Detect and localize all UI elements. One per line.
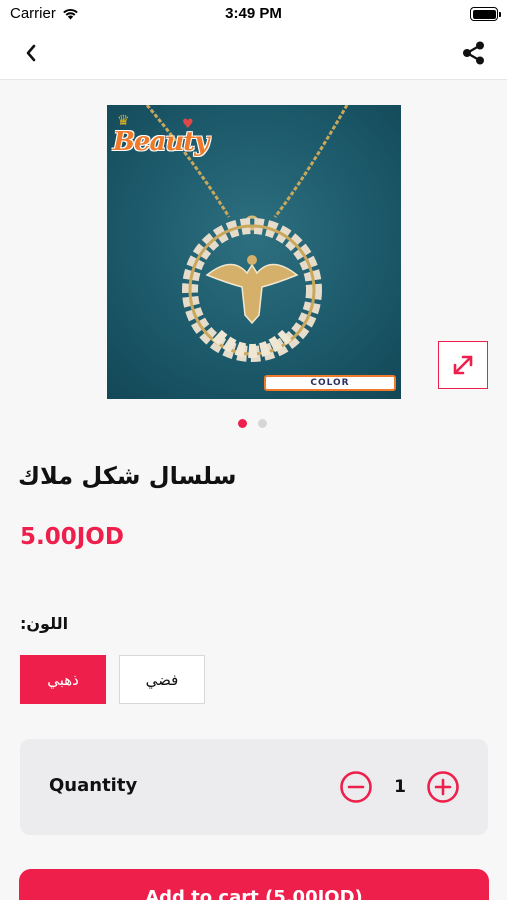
color-label: اللون: — [20, 614, 69, 633]
nav-bar — [0, 28, 507, 80]
quantity-value: 1 — [394, 777, 406, 797]
add-to-cart-button[interactable]: Add to cart (5.00JOD) — [19, 869, 489, 900]
status-bar: Carrier 3:49 PM — [0, 0, 507, 28]
color-option-gold[interactable]: ذهبي — [20, 655, 106, 704]
quantity-card: Quantity 1 — [20, 739, 488, 835]
chevron-left-icon — [26, 44, 36, 62]
battery-icon — [470, 7, 501, 21]
image-pager — [238, 419, 267, 428]
product-image[interactable]: ♛ Beauty ♥ COLOR — [107, 105, 401, 399]
battery-level — [472, 9, 496, 19]
heart-icon: ♥ — [182, 117, 194, 132]
product-title: سلسال شكل ملاك — [18, 462, 237, 490]
plus-circle-icon — [427, 771, 459, 803]
back-button[interactable] — [18, 40, 44, 66]
minus-circle-icon — [340, 771, 372, 803]
image-color-badge: COLOR — [264, 375, 396, 391]
color-option-silver[interactable]: فضي — [119, 655, 205, 704]
image-brand-logo: Beauty — [113, 127, 209, 157]
color-options: ذهبي فضي — [20, 655, 205, 704]
share-icon — [463, 41, 484, 65]
expand-icon — [453, 355, 473, 375]
share-button[interactable] — [459, 38, 489, 68]
expand-image-button[interactable] — [438, 341, 488, 389]
decrease-quantity-button[interactable] — [339, 770, 373, 804]
increase-quantity-button[interactable] — [426, 770, 460, 804]
pager-dot-1[interactable] — [238, 419, 247, 428]
status-time: 3:49 PM — [225, 5, 282, 22]
quantity-label: Quantity — [49, 775, 138, 796]
product-price: 5.00JOD — [20, 524, 124, 550]
pager-dot-2[interactable] — [258, 419, 267, 428]
